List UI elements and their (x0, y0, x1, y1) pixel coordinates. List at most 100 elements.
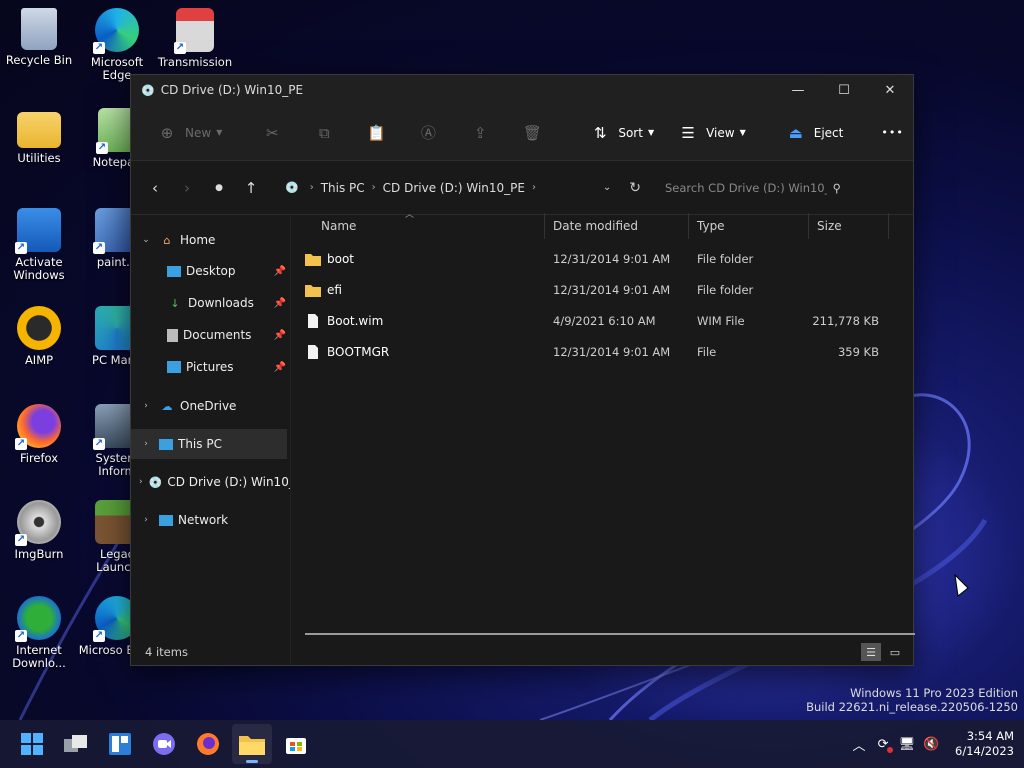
column-date-modified[interactable]: Date modified (545, 213, 689, 239)
tiles-view-button[interactable]: ▭ (885, 643, 905, 661)
file-name: boot (327, 251, 355, 266)
title-bar[interactable]: 💿 CD Drive (D:) Win10_PE — ☐ ✕ (131, 75, 913, 105)
more-options-button[interactable]: ••• (873, 117, 911, 149)
paste-button[interactable]: 📋 (356, 117, 402, 149)
file-type: File folder (697, 251, 754, 266)
desktop-icon-recycle-bin[interactable]: Recycle Bin (0, 8, 78, 67)
column-name[interactable]: ︿ Name (291, 210, 545, 239)
eject-button[interactable]: ⏏ Eject (776, 117, 852, 149)
file-icon (308, 344, 318, 359)
search-icon: ⚲ (832, 180, 841, 195)
idm-icon: ↗ (15, 596, 61, 642)
desktop-icon-internet-download-manager[interactable]: ↗ Internet Downlo... (0, 596, 78, 670)
pin-icon: 📌 (273, 361, 286, 373)
sync-status-icon[interactable]: ⟳ (871, 732, 895, 756)
file-row[interactable]: efi 12/31/2014 9:01 AM File folder (291, 274, 913, 305)
watermark-build: Build 22621.ni_release.220506-1250 (806, 700, 1018, 714)
address-bar[interactable]: 💿 › This PC › CD Drive (D:) Win10_PE › ⌄… (277, 172, 649, 204)
details-view-button[interactable]: ☰ (861, 643, 881, 661)
search-box[interactable]: Search CD Drive (D:) Win10_... ⚲ (655, 172, 851, 204)
breadcrumb-cd-drive[interactable]: CD Drive (D:) Win10_PE (383, 181, 525, 195)
nav-network[interactable]: › Network (131, 505, 290, 535)
forward-button[interactable]: › (171, 172, 203, 204)
file-row[interactable]: BOOTMGR 12/31/2014 9:01 AM File 359 KB (291, 336, 913, 367)
nav-label: Pictures (186, 360, 234, 374)
share-button[interactable]: ⇪ (460, 117, 506, 149)
cloud-icon: ☁ (161, 399, 173, 413)
column-type[interactable]: Type (689, 213, 809, 239)
start-button[interactable] (12, 724, 52, 764)
nav-pictures[interactable]: Pictures 📌 (131, 351, 290, 383)
delete-button[interactable]: 🗑 (512, 117, 558, 149)
horizontal-scrollbar[interactable] (305, 633, 915, 635)
desktop-icon-utilities[interactable]: Utilities (0, 108, 78, 165)
store-button[interactable] (276, 724, 316, 764)
nav-cd-drive[interactable]: › 💿 CD Drive (D:) Win10_ (131, 467, 290, 497)
minimize-button[interactable]: — (775, 75, 821, 105)
refresh-icon[interactable]: ↻ (629, 180, 641, 196)
nav-downloads[interactable]: ↓ Downloads 📌 (131, 287, 290, 319)
imgburn-icon: ↗ (15, 500, 61, 546)
new-button[interactable]: ⊕ New ▼ (147, 117, 230, 149)
file-type: File (697, 344, 717, 359)
file-explorer-taskbar-button[interactable] (232, 724, 272, 764)
file-size: 211,778 KB (812, 313, 879, 328)
column-size[interactable]: Size (809, 213, 889, 239)
windows-logo-icon (21, 733, 43, 755)
clock-date: 6/14/2023 (955, 744, 1014, 758)
teams-chat-button[interactable] (144, 724, 184, 764)
nav-documents[interactable]: Documents 📌 (131, 319, 290, 351)
view-button[interactable]: ☰ View ▼ (668, 117, 754, 149)
recent-locations-button[interactable]: ● (203, 172, 235, 204)
firefox-taskbar-button[interactable] (188, 724, 228, 764)
up-button[interactable]: ↑ (235, 172, 267, 204)
cd-drive-icon: 💿 (148, 475, 163, 489)
back-button[interactable]: ‹ (139, 172, 171, 204)
sort-button[interactable]: ⇅ Sort ▼ (580, 117, 662, 149)
chevron-right-icon: › (532, 182, 536, 193)
nav-label: Documents (183, 328, 252, 342)
clipboard-icon: 📋 (367, 123, 386, 142)
chat-icon (153, 733, 175, 755)
volume-muted-icon[interactable]: 🔇 (919, 732, 943, 756)
file-row[interactable]: boot 12/31/2014 9:01 AM File folder (291, 243, 913, 274)
desktop-icon-activate-windows[interactable]: ↗ Activate Windows (0, 208, 78, 282)
copy-button[interactable]: ⧉ (304, 117, 350, 149)
folder-icon (239, 736, 265, 755)
desktop-icon-firefox[interactable]: ↗ Firefox (0, 404, 78, 465)
nav-home[interactable]: ⌄ ⌂ Home (131, 225, 290, 255)
desktop-icon-transmission[interactable]: ↗ Transmission (156, 8, 234, 69)
chevron-right-icon: › (309, 182, 314, 193)
address-dropdown-icon[interactable]: ⌄ (603, 182, 611, 193)
breadcrumb-this-pc[interactable]: This PC (321, 181, 365, 195)
desktop-icon-imgburn[interactable]: ↗ ImgBurn (0, 500, 78, 561)
nav-desktop[interactable]: Desktop 📌 (131, 255, 290, 287)
file-row[interactable]: Boot.wim 4/9/2021 6:10 AM WIM File 211,7… (291, 305, 913, 336)
clock[interactable]: 3:54 AM 6/14/2023 (955, 729, 1014, 759)
widgets-button[interactable] (100, 724, 140, 764)
desktop-icon-label: Internet Downlo... (12, 644, 66, 670)
close-button[interactable]: ✕ (867, 75, 913, 105)
chevron-right-icon: › (144, 401, 148, 411)
column-header-row: ︿ Name Date modified Type Size (291, 210, 913, 239)
file-name: BOOTMGR (327, 344, 390, 359)
desktop-icon-aimp[interactable]: AIMP (0, 306, 78, 367)
file-date: 12/31/2014 9:01 AM (553, 344, 671, 359)
maximize-button[interactable]: ☐ (821, 75, 867, 105)
desktop-icon-label: Transmission (157, 56, 233, 69)
cut-button[interactable]: ✂ (252, 117, 298, 149)
drive-icon: 💿 (285, 181, 299, 194)
rename-button[interactable]: Ⓐ (408, 117, 454, 149)
file-size: 359 KB (837, 344, 879, 359)
copy-icon: ⧉ (318, 123, 330, 142)
desktop-icon-label: Utilities (17, 152, 61, 165)
nav-onedrive[interactable]: › ☁ OneDrive (131, 391, 290, 421)
desktop-icon-edge[interactable]: ↗ Microsoft Edge (78, 8, 156, 82)
sort-arrows-icon: ⇅ (594, 123, 607, 142)
task-view-button[interactable] (56, 724, 96, 764)
network-icon[interactable]: 🖥 (895, 732, 919, 756)
show-hidden-icons-chevron-icon[interactable]: ︿ (847, 732, 871, 756)
pictures-icon (167, 361, 181, 373)
nav-this-pc[interactable]: › This PC (131, 429, 287, 459)
file-list: ︿ Name Date modified Type Size boot 12/3… (291, 210, 915, 665)
